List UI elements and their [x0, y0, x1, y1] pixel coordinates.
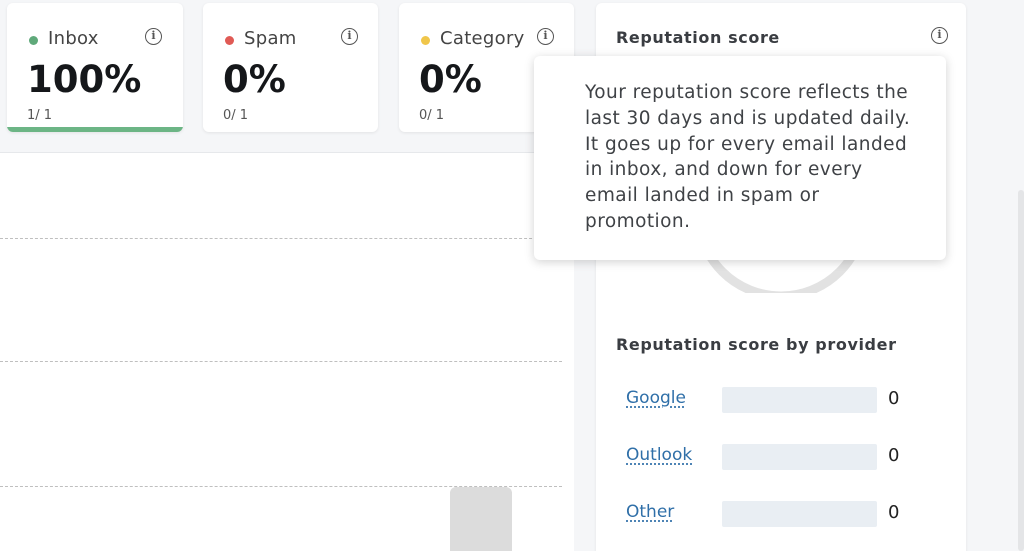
reputation-tooltip: Your reputation score reflects the last …	[534, 56, 946, 260]
info-icon[interactable]: i	[931, 27, 948, 44]
provider-score-bar	[722, 501, 877, 527]
category-ratio: 0/ 1	[419, 108, 445, 123]
provider-link-google[interactable]: Google	[626, 388, 686, 408]
selected-indicator	[7, 127, 183, 132]
category-percent: 0%	[419, 58, 482, 101]
provider-row-outlook: Outlook 0	[626, 444, 946, 470]
category-label: Category	[440, 28, 525, 49]
info-icon[interactable]: i	[145, 28, 162, 45]
inbox-percent: 100%	[27, 58, 142, 101]
chart-area	[0, 152, 574, 551]
provider-score-value: 0	[888, 445, 900, 466]
spam-ratio: 0/ 1	[223, 108, 249, 123]
spam-status-dot	[225, 36, 234, 45]
gridline	[0, 361, 562, 362]
reputation-title: Reputation score	[616, 28, 780, 47]
gridline	[0, 238, 562, 239]
category-status-dot	[421, 36, 430, 45]
info-icon[interactable]: i	[341, 28, 358, 45]
chart-bar	[450, 487, 512, 551]
provider-score-bar	[722, 444, 877, 470]
spam-card[interactable]: Spam i 0% 0/ 1	[203, 3, 378, 132]
spam-percent: 0%	[223, 58, 286, 101]
provider-link-outlook[interactable]: Outlook	[626, 445, 692, 465]
provider-score-value: 0	[888, 502, 900, 523]
inbox-label: Inbox	[48, 28, 99, 49]
inbox-status-dot	[29, 36, 38, 45]
provider-row-other: Other 0	[626, 501, 946, 527]
info-icon[interactable]: i	[537, 28, 554, 45]
provider-section-title: Reputation score by provider	[616, 335, 897, 354]
spam-label: Spam	[244, 28, 297, 49]
inbox-card[interactable]: Inbox i 100% 1/ 1	[7, 3, 183, 132]
provider-score-bar	[722, 387, 877, 413]
provider-score-value: 0	[888, 388, 900, 409]
provider-row-google: Google 0	[626, 387, 946, 413]
provider-link-other[interactable]: Other	[626, 502, 674, 522]
scrollbar-thumb[interactable]	[1018, 190, 1024, 551]
inbox-ratio: 1/ 1	[27, 108, 53, 123]
